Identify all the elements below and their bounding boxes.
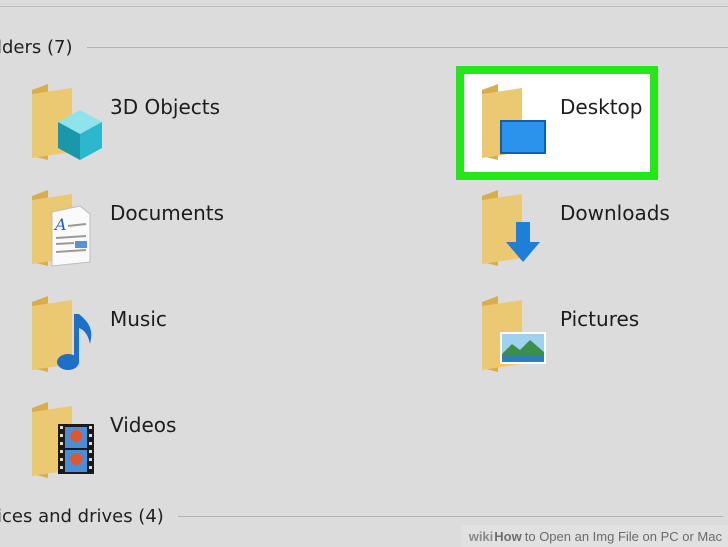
folder-label: Music xyxy=(110,307,167,331)
folder-label: Documents xyxy=(110,201,225,225)
folder-item-documents[interactable]: A Documents xyxy=(28,186,248,276)
folder-item-pictures[interactable]: Pictures xyxy=(478,292,698,382)
folders-section-header[interactable]: lders (7) xyxy=(0,37,728,58)
watermark-brand: wiki xyxy=(468,528,494,544)
3d-objects-icon xyxy=(32,84,102,160)
desktop-folder-icon xyxy=(482,84,546,160)
folder-label: 3D Objects xyxy=(110,95,221,119)
folder-item-music[interactable]: Music xyxy=(28,292,248,382)
wikihow-watermark: wiki How to Open an Img File on PC or Ma… xyxy=(460,525,728,547)
watermark-how: How xyxy=(494,528,522,544)
downloads-folder-icon xyxy=(482,190,540,266)
folder-item-downloads[interactable]: Downloads xyxy=(478,186,698,276)
section-divider xyxy=(86,47,728,48)
devices-section-header[interactable]: ices and drives (4) xyxy=(0,506,723,527)
devices-section-label: ices and drives (4) xyxy=(0,506,164,527)
pictures-folder-icon xyxy=(482,296,546,372)
folder-item-videos[interactable]: Videos xyxy=(28,398,248,488)
folders-section-label: lders (7) xyxy=(0,37,73,58)
watermark-text: to Open an Img File on PC or Mac xyxy=(524,528,722,544)
folder-label: Pictures xyxy=(560,307,640,331)
top-divider xyxy=(0,6,728,7)
folder-label: Videos xyxy=(110,413,177,437)
videos-folder-icon xyxy=(32,402,94,478)
music-folder-icon xyxy=(32,296,92,372)
folder-item-desktop[interactable]: Desktop xyxy=(478,80,648,170)
documents-folder-icon: A xyxy=(32,190,91,267)
folder-label: Downloads xyxy=(560,201,670,225)
folder-item-3d-objects[interactable]: 3D Objects xyxy=(28,80,248,170)
folder-label: Desktop xyxy=(560,95,643,119)
section-divider xyxy=(177,516,723,517)
svg-text:A: A xyxy=(53,215,67,234)
